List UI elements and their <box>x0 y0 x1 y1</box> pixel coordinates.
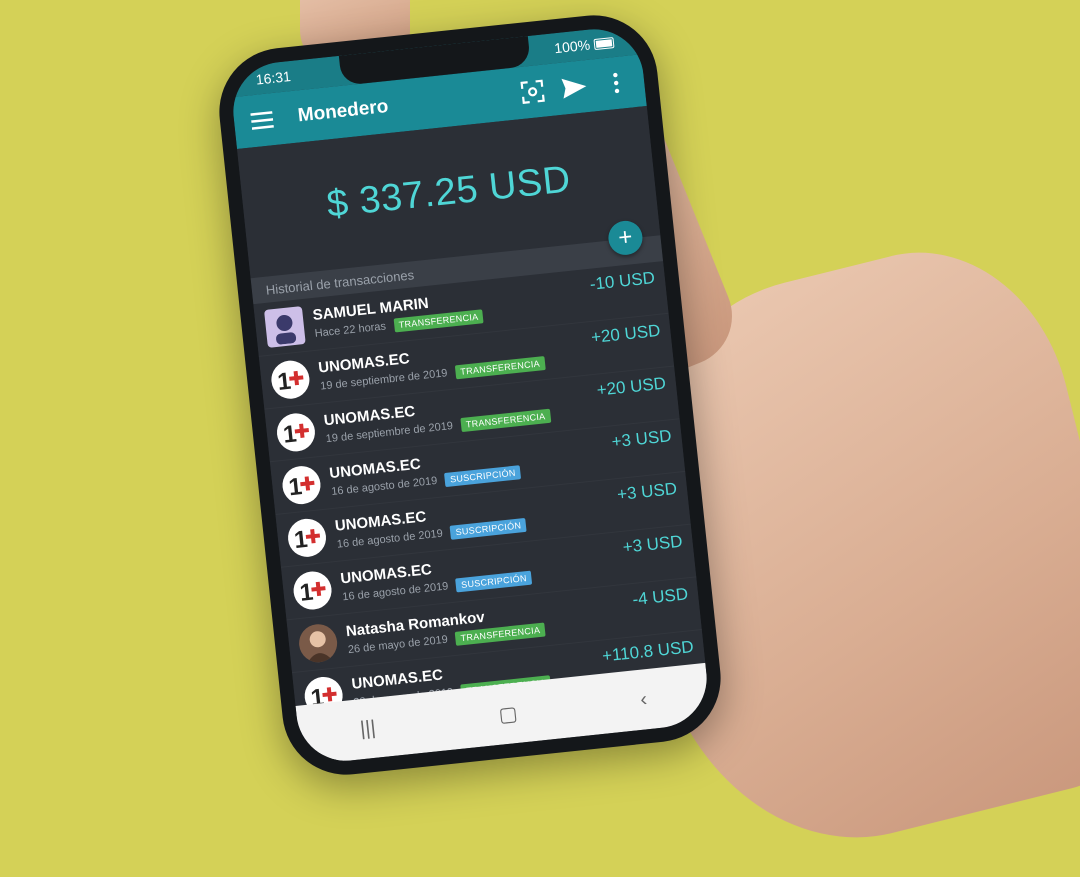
recents-icon[interactable]: ||| <box>359 716 377 741</box>
more-icon[interactable] <box>601 68 632 99</box>
unomas-logo-icon: 1 <box>269 358 312 401</box>
balance-amount: $ 337.25 USD <box>324 157 573 226</box>
user-avatar-icon <box>263 306 306 348</box>
app-title: Monedero <box>296 96 390 127</box>
unomas-logo-icon: 1 <box>286 516 328 559</box>
status-right: 100% <box>554 34 615 56</box>
phone: 16:31 100% Monedero $ 337.25 USD Histori… <box>213 9 727 781</box>
unomas-logo-icon: 1 <box>291 569 334 612</box>
svg-text:1: 1 <box>287 473 303 501</box>
user-photo-avatar <box>297 622 339 665</box>
battery-icon <box>593 36 615 50</box>
status-time: 16:31 <box>255 68 292 88</box>
svg-text:1: 1 <box>282 420 298 448</box>
menu-icon[interactable] <box>247 105 278 136</box>
battery-label: 100% <box>553 36 591 57</box>
send-icon[interactable] <box>559 72 590 103</box>
transaction-date: Hace 22 horas <box>314 320 387 340</box>
svg-text:1: 1 <box>298 579 314 607</box>
svg-text:1: 1 <box>293 526 309 554</box>
unomas-logo-icon: 1 <box>280 464 323 506</box>
scan-icon[interactable] <box>517 76 548 107</box>
unomas-logo-icon: 1 <box>275 411 317 454</box>
svg-text:1: 1 <box>276 368 292 396</box>
back-icon[interactable]: ‹ <box>639 688 648 712</box>
phone-screen: 16:31 100% Monedero $ 337.25 USD Histori… <box>228 24 712 766</box>
home-icon[interactable]: ▢ <box>497 700 518 727</box>
